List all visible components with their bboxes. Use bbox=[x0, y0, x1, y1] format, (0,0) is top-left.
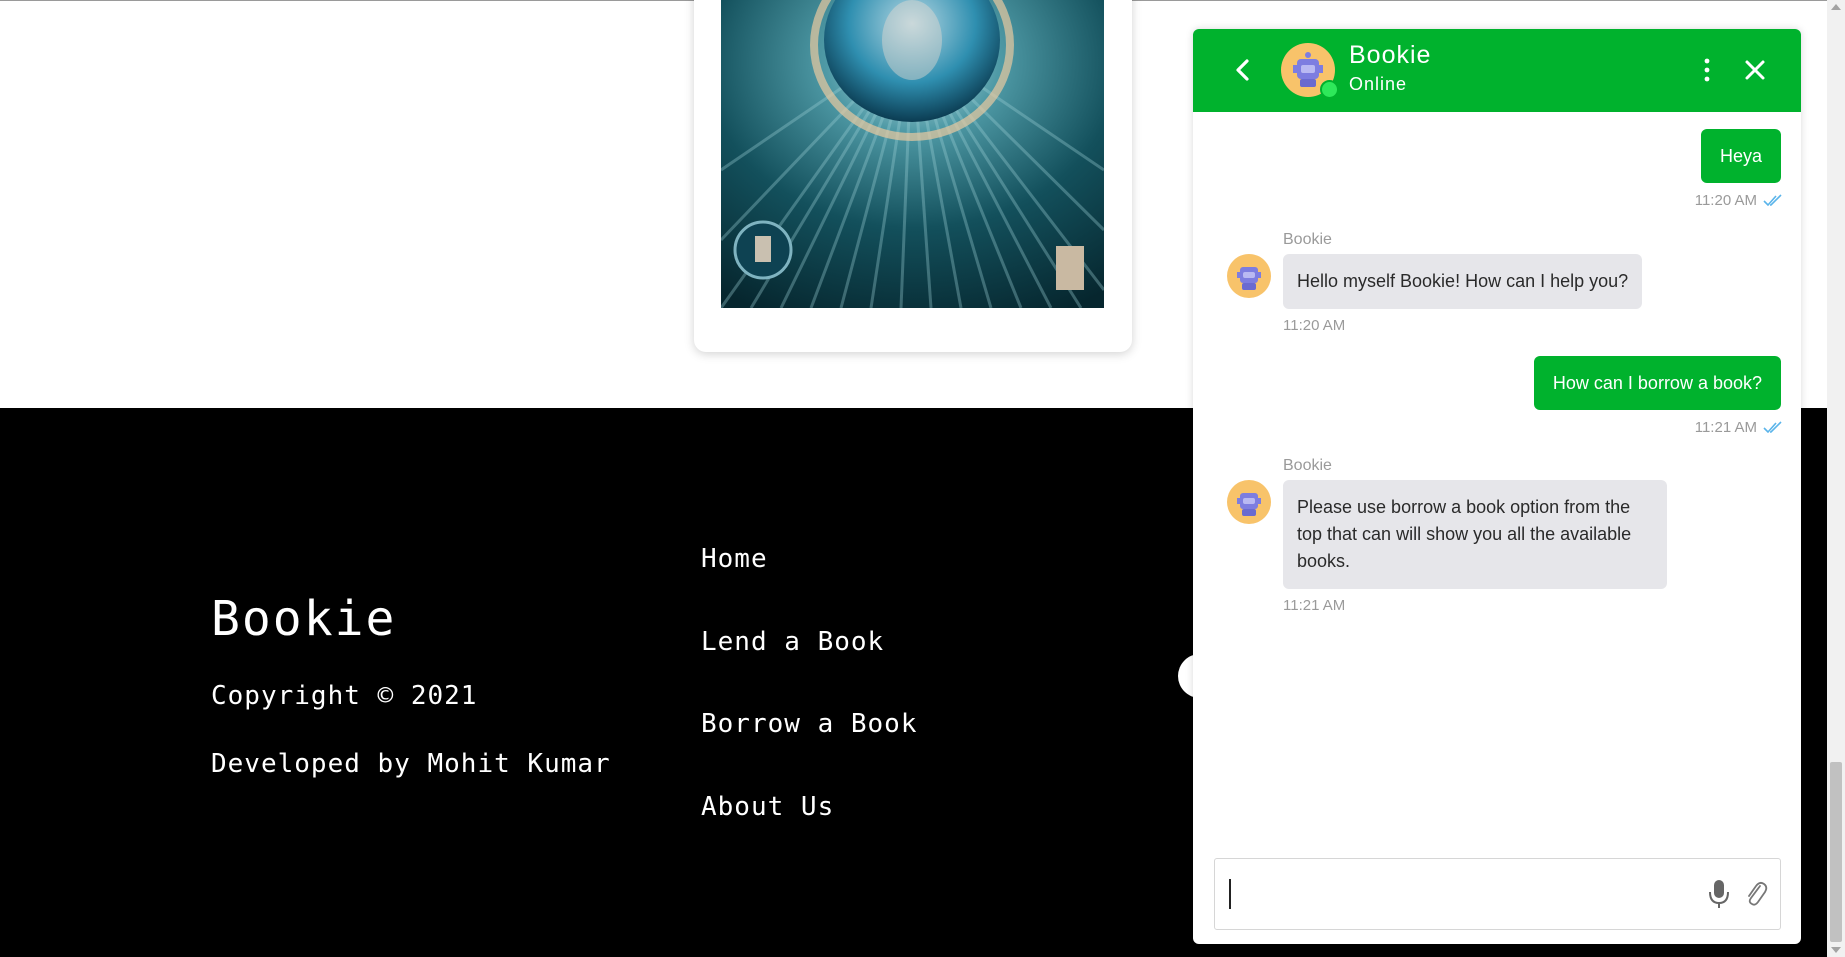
chat-status: Online bbox=[1349, 74, 1408, 94]
scrollbar-thumb[interactable] bbox=[1830, 762, 1842, 942]
message-sender: Bookie bbox=[1283, 457, 1332, 474]
chat-title: Bookie bbox=[1349, 41, 1432, 69]
online-status-dot bbox=[1320, 80, 1339, 99]
bot-avatar bbox=[1227, 480, 1271, 524]
message-timestamp: 11:21 AM bbox=[1695, 419, 1783, 437]
message-input[interactable] bbox=[1214, 858, 1781, 930]
bot-message: Please use borrow a book option from the… bbox=[1283, 480, 1667, 589]
read-ticks-icon bbox=[1763, 193, 1783, 210]
footer-link-lend-a-book[interactable]: Lend a Book bbox=[701, 627, 884, 657]
paperclip-icon[interactable] bbox=[1744, 880, 1768, 908]
page-scrollbar[interactable] bbox=[1827, 0, 1845, 957]
bot-message: Hello myself Bookie! How can I help you? bbox=[1283, 254, 1643, 309]
footer-link-about-us[interactable]: About Us bbox=[701, 792, 834, 822]
more-vertical-icon[interactable] bbox=[1699, 57, 1715, 83]
user-message: How can I borrow a book? bbox=[1533, 356, 1781, 410]
developer-credit: Developed by Mohit Kumar bbox=[211, 749, 611, 779]
close-icon[interactable] bbox=[1741, 56, 1769, 84]
message-timestamp: 11:20 AM bbox=[1283, 317, 1346, 334]
user-message: Heya bbox=[1700, 129, 1781, 183]
back-arrow-icon[interactable] bbox=[1229, 56, 1257, 84]
message-sender: Bookie bbox=[1283, 231, 1332, 248]
chat-header: Bookie Online bbox=[1193, 29, 1801, 112]
footer-link-home[interactable]: Home bbox=[701, 544, 768, 574]
book-cover-image[interactable] bbox=[721, 0, 1104, 308]
bot-avatar bbox=[1227, 254, 1271, 298]
read-ticks-icon bbox=[1763, 420, 1783, 437]
scroll-up-arrow-icon[interactable] bbox=[1831, 4, 1841, 10]
copyright-text: Copyright © 2021 bbox=[211, 681, 478, 711]
text-caret bbox=[1229, 879, 1231, 909]
chat-widget: Bookie Online Heya 11:20 AM Bookie Hello… bbox=[1193, 29, 1801, 944]
message-timestamp: 11:21 AM bbox=[1283, 597, 1346, 614]
footer-link-borrow-a-book[interactable]: Borrow a Book bbox=[701, 709, 918, 739]
message-timestamp: 11:20 AM bbox=[1695, 192, 1783, 210]
footer-brand: Bookie bbox=[211, 591, 397, 647]
scroll-down-arrow-icon[interactable] bbox=[1831, 947, 1841, 953]
microphone-icon[interactable] bbox=[1708, 878, 1730, 910]
